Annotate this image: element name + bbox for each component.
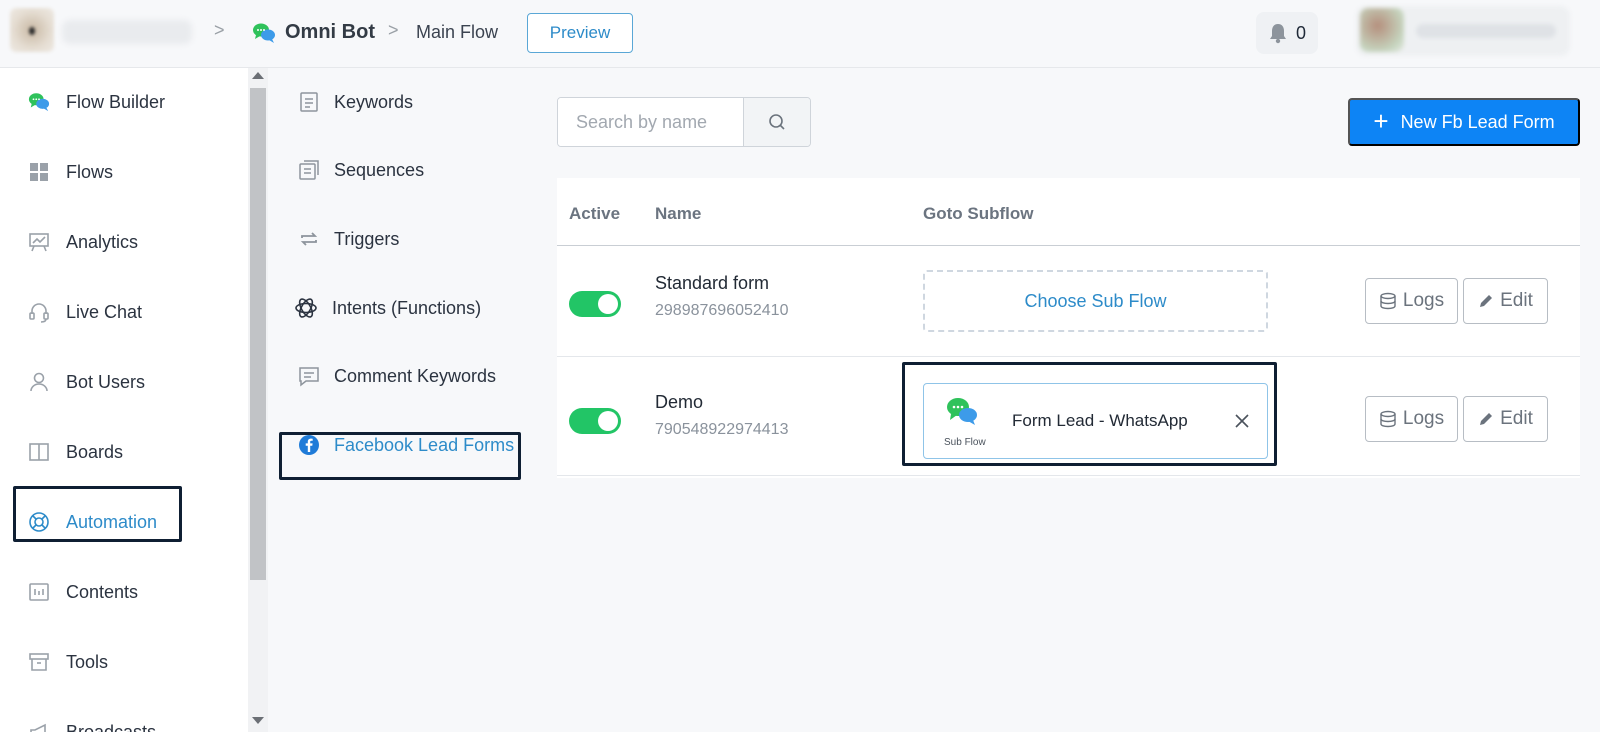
sidebar-item-label: Contents <box>66 581 139 602</box>
breadcrumb-separator: > <box>388 20 399 40</box>
board-columns-icon <box>28 441 50 463</box>
edit-label: Edit <box>1500 290 1533 311</box>
row-divider <box>557 475 1580 476</box>
subnav-item-label: Intents (Functions) <box>332 297 482 318</box>
sidebar-item-label: Broadcasts <box>66 721 157 732</box>
new-button-label: New Fb Lead Form <box>1400 111 1555 132</box>
new-fb-lead-form-button[interactable]: + New Fb Lead Form <box>1348 98 1580 146</box>
choose-sub-flow-button[interactable]: Choose Sub Flow <box>923 270 1268 332</box>
sidebar-item-contents[interactable]: Contents <box>0 562 248 622</box>
form-name: Demo <box>655 392 704 412</box>
logs-button[interactable]: Logs <box>1365 278 1458 324</box>
notification-count: 0 <box>1295 22 1306 43</box>
repeat-icon <box>298 228 320 250</box>
sidebar-item-label: Live Chat <box>66 301 143 322</box>
subnav-item-triggers[interactable]: Triggers <box>268 214 536 264</box>
workspace-avatar[interactable] <box>10 8 54 52</box>
megaphone-icon <box>28 721 50 732</box>
notifications-button[interactable]: 0 <box>1256 12 1318 54</box>
sidebar-item-live-chat[interactable]: Live Chat <box>0 282 248 342</box>
highlight-box <box>902 362 1277 466</box>
column-header-goto-subflow: Goto Subflow <box>923 204 1034 223</box>
sidebar-item-label: Tools <box>66 651 109 672</box>
database-icon <box>1380 410 1396 428</box>
plus-icon: + <box>1373 106 1389 136</box>
edit-button[interactable]: Edit <box>1463 278 1548 324</box>
openai-icon <box>292 294 320 322</box>
workspace-name[interactable] <box>62 20 192 44</box>
form-id: 298987696052410 <box>655 302 789 319</box>
main-content: + New Fb Lead Form Active Name Goto Subf… <box>536 68 1600 732</box>
form-name: Standard form <box>655 273 770 293</box>
grid-icon <box>28 161 50 183</box>
header-divider <box>557 245 1580 246</box>
subnav-item-intents[interactable]: Intents (Functions) <box>268 283 536 333</box>
breadcrumb-bot-name[interactable]: Omni Bot <box>285 21 375 44</box>
edit-button[interactable]: Edit <box>1463 396 1548 442</box>
sidebar-item-broadcasts[interactable]: Broadcasts <box>0 702 248 732</box>
subnav-item-label: Keywords <box>334 91 414 112</box>
sequence-icon <box>298 159 320 181</box>
sidebar-item-label: Bot Users <box>66 371 146 392</box>
subnav-item-comment-keywords[interactable]: Comment Keywords <box>268 351 536 401</box>
subnav-item-label: Comment Keywords <box>334 365 497 386</box>
bell-icon <box>1269 24 1286 44</box>
lead-forms-table: Active Name Goto Subflow Standard form 2… <box>557 178 1580 478</box>
highlight-box <box>279 432 521 480</box>
sidebar-item-label: Boards <box>66 441 124 462</box>
breadcrumb-separator: > <box>214 20 225 40</box>
automation-subnav: Keywords Sequences Triggers Intents (Fun… <box>268 68 536 732</box>
chat-bubbles-icon <box>253 23 275 43</box>
pencil-icon <box>1480 413 1493 425</box>
subnav-item-label: Sequences <box>334 159 425 180</box>
contents-icon <box>28 581 50 603</box>
sidebar-item-flow-builder[interactable]: Flow Builder <box>0 72 248 132</box>
scroll-thumb[interactable] <box>250 88 266 580</box>
sidebar-item-boards[interactable]: Boards <box>0 422 248 482</box>
edit-label: Edit <box>1500 408 1533 429</box>
preview-button[interactable]: Preview <box>527 13 633 53</box>
sidebar-item-label: Analytics <box>66 231 139 252</box>
logs-button[interactable]: Logs <box>1365 396 1458 442</box>
document-icon <box>298 91 320 113</box>
search-icon <box>769 114 785 130</box>
analytics-board-icon <box>28 231 50 253</box>
user-icon <box>28 371 50 393</box>
sidebar-item-label: Flows <box>66 161 114 182</box>
pencil-icon <box>1480 295 1493 307</box>
user-profile[interactable] <box>1356 6 1570 56</box>
archive-box-icon <box>28 651 50 673</box>
logs-label: Logs <box>1402 408 1445 429</box>
breadcrumb-flow-name[interactable]: Main Flow <box>416 22 498 43</box>
column-header-active: Active <box>569 204 621 223</box>
logs-label: Logs <box>1402 290 1445 311</box>
top-bar: > Omni Bot > Main Flow Preview 0 <box>0 0 1600 68</box>
row-divider <box>557 356 1580 357</box>
sidebar-item-label: Flow Builder <box>66 91 166 112</box>
search-button[interactable] <box>743 98 810 146</box>
subnav-item-sequences[interactable]: Sequences <box>268 145 536 195</box>
database-icon <box>1380 292 1396 310</box>
search-box <box>557 97 811 147</box>
sidebar: Flow Builder Flows Analytics Live Chat B… <box>0 68 248 732</box>
highlight-box <box>13 486 182 542</box>
scroll-up-arrow-icon[interactable] <box>252 72 264 79</box>
active-toggle[interactable] <box>569 291 621 317</box>
comment-icon <box>298 365 320 387</box>
subnav-item-label: Triggers <box>334 228 400 249</box>
search-input[interactable] <box>558 98 743 146</box>
sidebar-item-bot-users[interactable]: Bot Users <box>0 352 248 412</box>
sidebar-item-tools[interactable]: Tools <box>0 632 248 692</box>
headset-icon <box>28 301 50 323</box>
scroll-down-arrow-icon[interactable] <box>252 717 264 724</box>
column-header-name: Name <box>655 204 702 223</box>
subnav-item-keywords[interactable]: Keywords <box>268 77 536 127</box>
chat-bubbles-icon <box>28 91 50 113</box>
form-id: 790548922974413 <box>655 421 789 438</box>
active-toggle[interactable] <box>569 408 621 434</box>
sidebar-scrollbar[interactable] <box>248 68 268 732</box>
sidebar-item-flows[interactable]: Flows <box>0 142 248 202</box>
sidebar-item-analytics[interactable]: Analytics <box>0 212 248 272</box>
